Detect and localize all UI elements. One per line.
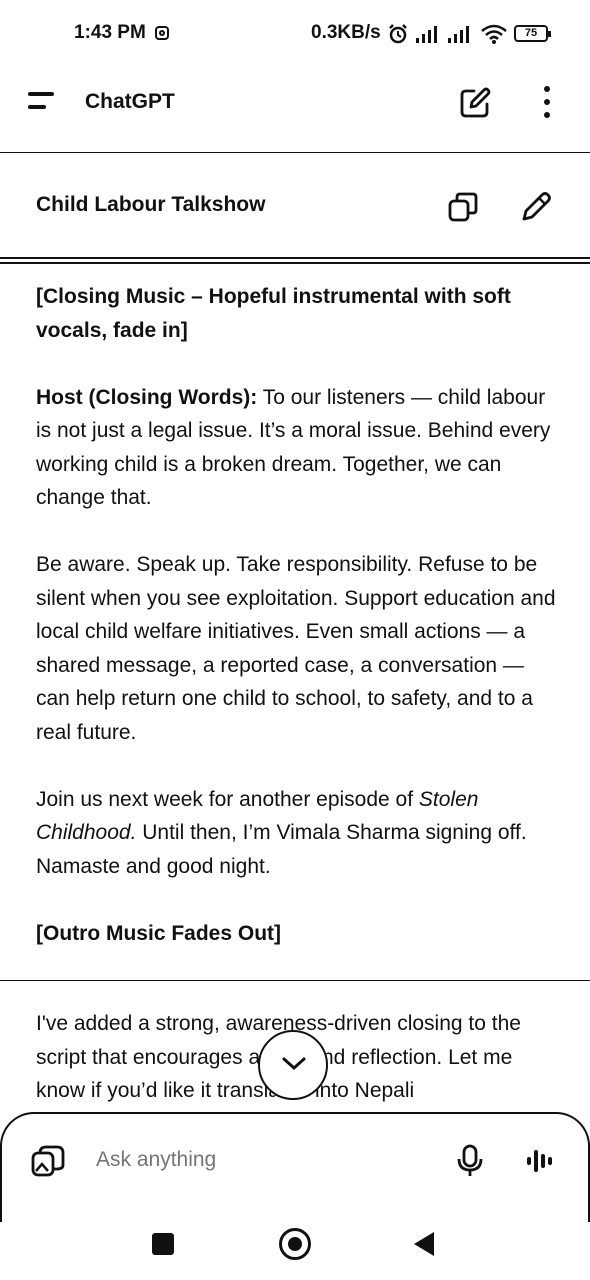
voice-mode-icon[interactable] (524, 1146, 558, 1176)
menu-icon[interactable] (28, 92, 58, 112)
network-speed: 0.3KB/s (311, 22, 381, 43)
divider (0, 262, 590, 264)
ask-input[interactable] (96, 1148, 426, 1172)
signal-icon (416, 26, 437, 43)
camera-notification-icon (155, 26, 169, 40)
outro-cue: [Outro Music Fades Out] (36, 921, 282, 945)
signal-icon-2 (448, 26, 469, 43)
edit-pencil-icon[interactable] (519, 190, 553, 224)
battery-icon: 75 (514, 25, 551, 42)
canvas-document: [Closing Music – Hopeful instrumental wi… (36, 280, 561, 984)
scroll-down-button[interactable] (258, 1030, 328, 1100)
home-button[interactable] (279, 1228, 311, 1260)
recents-button[interactable] (152, 1233, 174, 1255)
paragraph: Be aware. Speak up. Take responsibility.… (36, 553, 556, 744)
divider (0, 257, 590, 259)
join-text: Join us next week for another episode of (36, 787, 419, 811)
new-chat-icon[interactable] (458, 86, 492, 120)
closing-music-cue: [Closing Music – Hopeful instrumental wi… (36, 285, 511, 342)
divider (0, 980, 590, 981)
microphone-icon[interactable] (456, 1144, 484, 1178)
host-label: Host (Closing Words): (36, 385, 258, 409)
chevron-down-icon (282, 1057, 306, 1071)
copy-icon[interactable] (446, 190, 480, 224)
canvas-title: Child Labour Talkshow (36, 193, 266, 216)
status-icons: 75 (388, 22, 558, 46)
attach-image-icon[interactable] (30, 1143, 66, 1179)
app-title: ChatGPT (85, 90, 175, 113)
divider (0, 152, 590, 153)
back-button[interactable] (414, 1232, 434, 1256)
status-time: 1:43 PM (74, 22, 146, 43)
wifi-icon (481, 24, 507, 44)
alarm-icon (389, 24, 407, 44)
more-options-icon[interactable] (538, 86, 558, 120)
